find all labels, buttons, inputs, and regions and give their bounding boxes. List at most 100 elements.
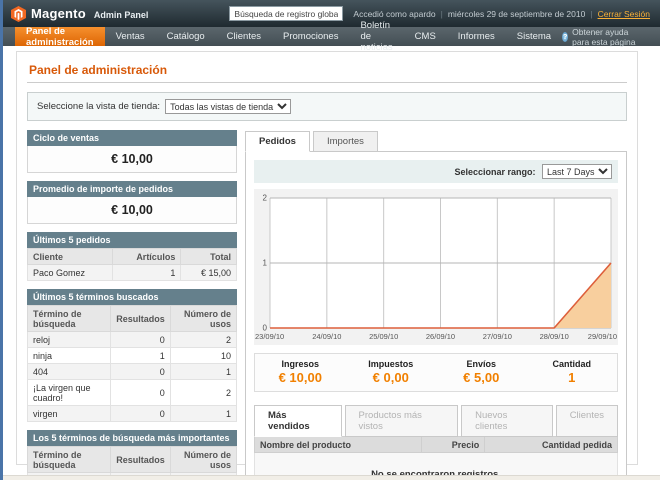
average-orders-value: € 10,00 (27, 197, 237, 224)
page-title: Panel de administración (27, 60, 627, 82)
svg-text:29/09/10: 29/09/10 (588, 332, 617, 341)
totals-bar: Ingresos€ 10,00Impuestos€ 0,00Envíos€ 5,… (254, 353, 618, 392)
chart-tab-2[interactable]: Importes (313, 131, 378, 152)
column-header: Resultados (111, 447, 171, 473)
title-divider (27, 82, 627, 83)
last-orders-box: Últimos 5 pedidos ClienteArtículosTotalP… (27, 232, 237, 281)
logo-title: Magento (31, 6, 86, 21)
nav-item-1[interactable]: Panel de administración (15, 27, 105, 46)
table-cell: 1 (170, 364, 236, 380)
table-cell: ¡La virgen que cuadro! (28, 380, 111, 406)
range-label: Seleccionar rango: (454, 167, 535, 177)
svg-text:24/09/10: 24/09/10 (312, 332, 341, 341)
lifetime-sales-title: Ciclo de ventas (27, 130, 237, 146)
magento-logo-icon (11, 6, 26, 22)
chart-tab-1[interactable]: Pedidos (245, 131, 310, 152)
logo-subtitle: Admin Panel (94, 10, 149, 20)
svg-text:26/09/10: 26/09/10 (426, 332, 455, 341)
table-cell: 1 (170, 406, 236, 422)
store-switcher-select[interactable]: Todas las vistas de tienda (165, 99, 291, 114)
table-cell: 2 (170, 380, 236, 406)
last-orders-title: Últimos 5 pedidos (27, 232, 237, 248)
svg-text:23/09/10: 23/09/10 (255, 332, 284, 341)
table-cell: 1 (113, 265, 181, 281)
app-header: Magento Admin Panel Accedió como apardo … (3, 0, 660, 27)
table-row[interactable]: ninja110 (28, 348, 237, 364)
table-cell: 404 (28, 364, 111, 380)
table-row[interactable]: reloj02 (28, 332, 237, 348)
help-icon: ? (562, 32, 568, 42)
top-search-terms-title: Los 5 términos de búsqueda más important… (27, 430, 237, 446)
stat-label: Ingresos (255, 359, 346, 369)
stat-1: Ingresos€ 10,00 (255, 359, 346, 385)
stat-label: Cantidad (527, 359, 618, 369)
table-cell: virgen (28, 406, 111, 422)
column-header: Número de usos (170, 447, 236, 473)
last-search-terms-title: Últimos 5 términos buscados (27, 289, 237, 305)
column-header: Resultados (111, 306, 171, 332)
table-cell: reloj (28, 332, 111, 348)
table-cell: 2 (170, 332, 236, 348)
column-header: Precio (422, 437, 485, 453)
table-cell: 0 (111, 364, 171, 380)
nav-item-5[interactable]: Promociones (272, 27, 349, 46)
table-cell: 10 (170, 348, 236, 364)
table-cell: 0 (111, 406, 171, 422)
table-row[interactable]: Paco Gomez1€ 15,00 (28, 265, 237, 281)
separator: | (590, 9, 592, 19)
orders-chart: 01223/09/1024/09/1025/09/1026/09/1027/09… (254, 191, 618, 343)
store-switcher-label: Seleccione la vista de tienda: (37, 101, 160, 112)
last-search-terms-box: Últimos 5 términos buscados Término de b… (27, 289, 237, 422)
svg-text:2: 2 (263, 194, 268, 203)
nav-item-6[interactable]: Boletín de noticias (349, 27, 403, 46)
bottom-tab-2: Productos más vistos (345, 405, 459, 437)
nav-item-9[interactable]: Sistema (506, 27, 562, 46)
table-cell: 0 (111, 332, 171, 348)
help-label: Obtener ayuda para esta página (572, 27, 646, 47)
last-orders-table: ClienteArtículosTotalPaco Gomez1€ 15,00 (27, 248, 237, 281)
logout-link[interactable]: Cerrar Sesión (598, 9, 650, 19)
table-row[interactable]: 40401 (28, 364, 237, 380)
svg-text:28/09/10: 28/09/10 (540, 332, 569, 341)
top-search-terms-box: Los 5 términos de búsqueda más important… (27, 430, 237, 480)
nav-item-7[interactable]: CMS (404, 27, 447, 46)
column-header: Artículos (113, 249, 181, 265)
table-row[interactable]: virgen01 (28, 406, 237, 422)
logged-in-as: Accedió como apardo (353, 9, 435, 19)
average-orders-title: Promedio de importe de pedidos (27, 181, 237, 197)
nav-item-4[interactable]: Clientes (216, 27, 272, 46)
separator: | (441, 9, 443, 19)
nav-item-3[interactable]: Catálogo (156, 27, 216, 46)
bestsellers-table: Nombre del productoPrecioCantidad pedida… (254, 436, 618, 480)
help-link[interactable]: ? Obtener ayuda para esta página (562, 27, 660, 46)
main-container: Panel de administración Seleccione la vi… (16, 51, 638, 465)
chart-tabs: PedidosImportes (245, 130, 627, 151)
main-nav: Panel de administraciónVentasCatálogoCli… (3, 27, 660, 46)
range-select[interactable]: Last 7 Days (542, 164, 612, 179)
column-header: Cliente (28, 249, 113, 265)
column-header: Total (181, 249, 237, 265)
nav-item-2[interactable]: Ventas (105, 27, 156, 46)
table-cell: € 15,00 (181, 265, 237, 281)
nav-item-8[interactable]: Informes (447, 27, 506, 46)
global-search-input[interactable] (229, 6, 343, 21)
last-search-terms-table: Término de búsquedaResultadosNúmero de u… (27, 305, 237, 422)
column-header: Término de búsqueda (28, 306, 111, 332)
stat-label: Envíos (436, 359, 527, 369)
dashboard-right-column: PedidosImportes Seleccionar rango: Last … (245, 130, 627, 480)
table-cell: 0 (111, 380, 171, 406)
table-row[interactable]: ¡La virgen que cuadro!02 (28, 380, 237, 406)
table-cell: ninja (28, 348, 111, 364)
table-cell: 1 (111, 348, 171, 364)
column-header: Término de búsqueda (28, 447, 111, 473)
chart-range-toolbar: Seleccionar rango: Last 7 Days (254, 160, 618, 183)
orders-chart-container: 01223/09/1024/09/1025/09/1026/09/1027/09… (254, 189, 618, 345)
lifetime-sales-box: Ciclo de ventas € 10,00 (27, 130, 237, 173)
stat-label: Impuestos (346, 359, 437, 369)
svg-text:25/09/10: 25/09/10 (369, 332, 398, 341)
magento-logo: Magento Admin Panel (11, 6, 148, 22)
dashboard-left-column: Ciclo de ventas € 10,00 Promedio de impo… (27, 130, 237, 480)
svg-text:1: 1 (263, 259, 268, 268)
svg-text:27/09/10: 27/09/10 (483, 332, 512, 341)
bottom-tab-1[interactable]: Más vendidos (254, 405, 342, 437)
